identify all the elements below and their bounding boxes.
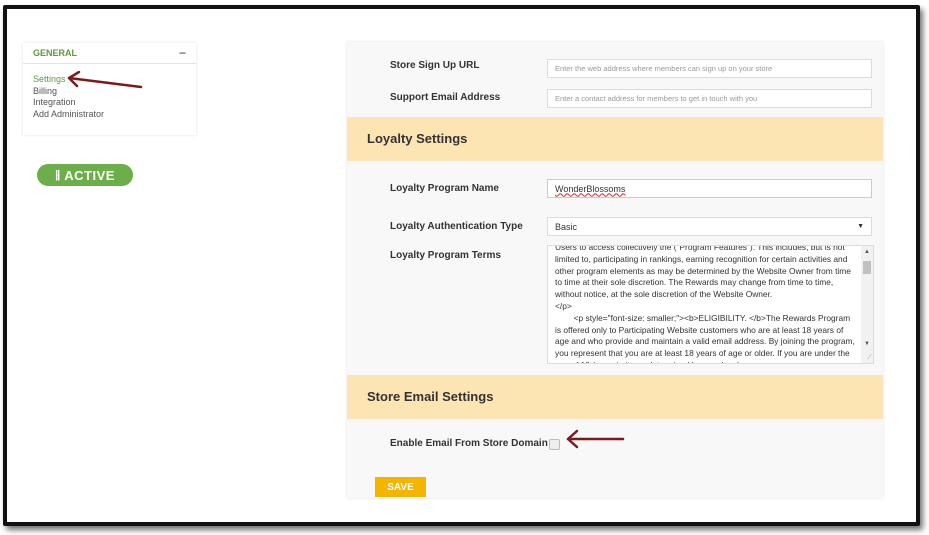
annotation-arrow-checkbox-icon bbox=[566, 429, 625, 449]
save-button[interactable]: SAVE bbox=[375, 477, 426, 497]
collapse-icon[interactable]: − bbox=[179, 46, 186, 60]
sidebar-link-add-administrator[interactable]: Add Administrator bbox=[33, 109, 186, 121]
enable-email-from-store-domain-checkbox[interactable] bbox=[549, 439, 560, 450]
status-badge: || ACTIVE bbox=[37, 164, 133, 186]
loyalty-auth-type-label: Loyalty Authentication Type bbox=[390, 221, 523, 232]
store-signup-url-input[interactable]: Enter the web address where members can … bbox=[547, 59, 872, 78]
caret-down-icon: ▼ bbox=[857, 223, 864, 230]
sidebar-title: GENERAL bbox=[33, 48, 78, 58]
loyalty-program-terms-text: Users to access collectively the ("Progr… bbox=[555, 245, 855, 363]
loyalty-settings-title: Loyalty Settings bbox=[367, 131, 468, 146]
loyalty-program-terms-textarea[interactable]: Users to access collectively the ("Progr… bbox=[547, 245, 874, 364]
loyalty-settings-header: Loyalty Settings bbox=[347, 117, 883, 161]
annotation-arrow-settings-icon bbox=[67, 71, 143, 89]
enable-email-from-store-domain-label: Enable Email From Store Domain bbox=[390, 438, 548, 449]
support-email-input[interactable]: Enter a contact address for members to g… bbox=[547, 89, 872, 108]
loyalty-program-name-input[interactable]: WonderBlossoms bbox=[547, 179, 872, 198]
loyalty-auth-type-value: Basic bbox=[555, 221, 578, 232]
sidebar-link-integration[interactable]: Integration bbox=[33, 97, 186, 109]
loyalty-program-terms-label: Loyalty Program Terms bbox=[390, 250, 501, 261]
status-label: ACTIVE bbox=[64, 167, 115, 183]
scroll-up-icon[interactable]: ▲ bbox=[864, 249, 870, 255]
scroll-down-icon[interactable]: ▼ bbox=[864, 341, 870, 347]
store-email-settings-header: Store Email Settings bbox=[347, 375, 883, 419]
pause-icon: || bbox=[55, 169, 60, 181]
terms-scrollbar[interactable]: ▲ ▼ bbox=[861, 246, 873, 363]
screenshot-frame: GENERAL − Settings Billing Integration A… bbox=[3, 5, 920, 526]
sidebar-header: GENERAL − bbox=[23, 43, 196, 64]
loyalty-program-name-label: Loyalty Program Name bbox=[390, 183, 499, 194]
scrollbar-thumb[interactable] bbox=[863, 261, 871, 274]
resize-handle-icon[interactable]: ⟋ bbox=[867, 354, 872, 362]
store-signup-url-label: Store Sign Up URL bbox=[390, 60, 480, 71]
loyalty-program-name-value: WonderBlossoms bbox=[555, 183, 626, 194]
loyalty-auth-type-select[interactable]: Basic ▼ bbox=[547, 217, 872, 236]
support-email-label: Support Email Address bbox=[390, 92, 501, 103]
store-email-settings-title: Store Email Settings bbox=[367, 389, 494, 404]
